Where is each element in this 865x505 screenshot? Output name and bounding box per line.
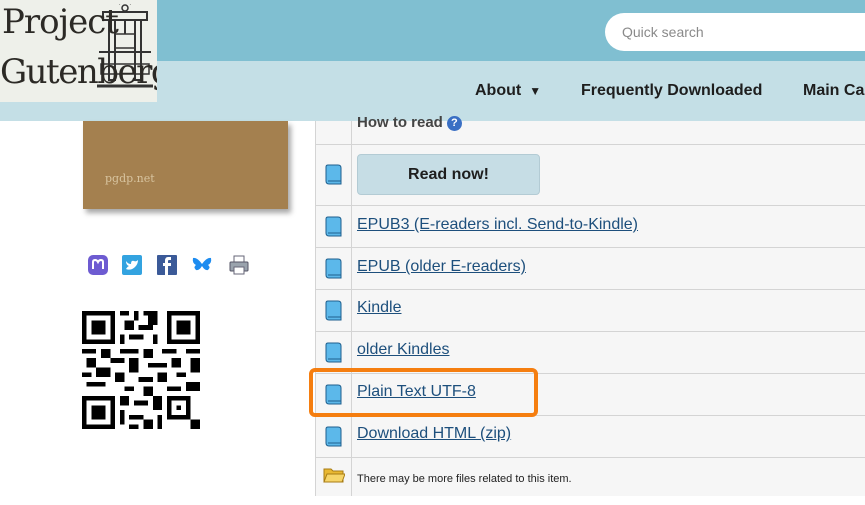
facebook-icon[interactable] <box>156 254 178 276</box>
howto-row: How to read? <box>316 114 865 145</box>
file-row-kindle: Kindle <box>316 290 865 332</box>
chevron-down-icon: ▼ <box>529 84 542 98</box>
more-files-note: There may be more files related to this … <box>357 473 572 485</box>
ebook-file-icon <box>325 258 342 279</box>
more-files-row: There may be more files related to this … <box>316 458 865 496</box>
cover-text: pgdp.net <box>105 172 155 185</box>
how-to-read-heading: How to read? <box>357 114 462 131</box>
mastodon-icon[interactable] <box>87 254 109 276</box>
nav-main-categories[interactable]: Main Ca <box>803 82 864 100</box>
file-row-html-zip: Download HTML (zip) <box>316 416 865 458</box>
ebook-file-icon <box>325 426 342 447</box>
ebook-file-icon <box>325 300 342 321</box>
twitter-icon[interactable] <box>121 254 143 276</box>
file-row-epub: EPUB (older E-readers) <box>316 248 865 290</box>
bluesky-icon[interactable] <box>191 254 213 276</box>
logo-word-project: Project <box>2 2 119 42</box>
epub-link[interactable]: EPUB (older E-readers) <box>357 258 526 276</box>
help-icon[interactable]: ? <box>446 115 462 131</box>
nav-frequently-downloaded[interactable]: Frequently Downloaded <box>581 82 762 100</box>
read-now-button[interactable]: Read now! <box>357 154 540 195</box>
epub3-link[interactable]: EPUB3 (E-readers incl. Send-to-Kindle) <box>357 216 638 234</box>
nav-about[interactable]: About ▼ <box>475 82 541 100</box>
ebook-file-icon <box>325 342 342 363</box>
kindle-link[interactable]: Kindle <box>357 299 401 317</box>
folder-icon <box>323 468 345 483</box>
ebook-file-icon <box>325 164 342 185</box>
file-row-epub3: EPUB3 (E-readers incl. Send-to-Kindle) <box>316 206 865 248</box>
project-gutenberg-logo[interactable]: Project Gutenberg <box>0 0 157 102</box>
quick-search-input[interactable] <box>605 13 865 51</box>
read-now-row: Read now! <box>316 145 865 206</box>
logo-word-gutenberg: Gutenberg <box>0 52 157 92</box>
nav-about-label: About <box>475 82 522 99</box>
book-cover: pgdp.net <box>83 121 288 209</box>
plain-text-highlight-box <box>309 368 538 417</box>
qr-code <box>82 311 200 429</box>
download-files-table: How to read? Read now! EPUB3 (E-readers … <box>315 114 865 496</box>
older-kindles-link[interactable]: older Kindles <box>357 341 450 359</box>
print-icon[interactable] <box>228 254 250 276</box>
download-html-zip-link[interactable]: Download HTML (zip) <box>357 425 511 443</box>
ebook-file-icon <box>325 216 342 237</box>
